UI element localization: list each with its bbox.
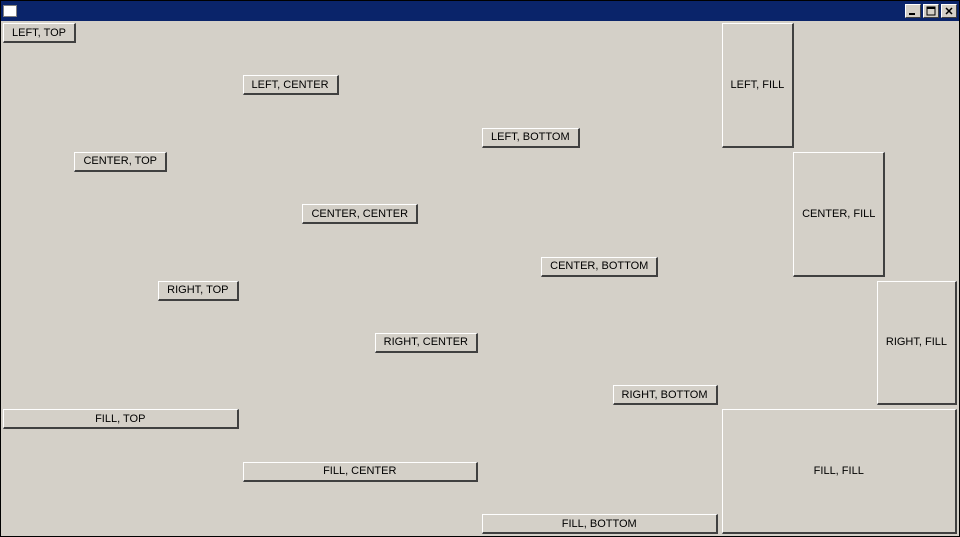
button-left-center[interactable]: LEFT, CENTER (243, 75, 339, 95)
app-icon (3, 5, 17, 17)
button-fill-center[interactable]: FILL, CENTER (243, 462, 479, 482)
button-fill-fill[interactable]: FILL, FILL (722, 409, 958, 534)
layout-grid: LEFT, TOP LEFT, CENTER LEFT, BOTTOM LEFT… (1, 21, 959, 536)
cell-right-bottom: RIGHT, BOTTOM (480, 279, 720, 408)
button-center-fill[interactable]: CENTER, FILL (793, 152, 885, 277)
titlebar-left (3, 5, 21, 17)
window-controls (903, 4, 957, 18)
client-area: LEFT, TOP LEFT, CENTER LEFT, BOTTOM LEFT… (1, 21, 959, 536)
cell-center-fill: CENTER, FILL (720, 150, 960, 279)
cell-left-top: LEFT, TOP (1, 21, 241, 150)
button-right-fill[interactable]: RIGHT, FILL (877, 281, 957, 406)
maximize-icon (926, 6, 936, 16)
close-icon (944, 6, 954, 16)
button-left-bottom[interactable]: LEFT, BOTTOM (482, 128, 580, 148)
cell-right-center: RIGHT, CENTER (241, 279, 481, 408)
maximize-button[interactable] (923, 4, 939, 18)
button-right-center[interactable]: RIGHT, CENTER (375, 333, 478, 353)
cell-fill-bottom: FILL, BOTTOM (480, 407, 720, 536)
cell-left-fill: LEFT, FILL (720, 21, 960, 150)
cell-center-center: CENTER, CENTER (241, 150, 481, 279)
minimize-icon (908, 6, 918, 16)
button-left-fill[interactable]: LEFT, FILL (722, 23, 795, 148)
button-fill-bottom[interactable]: FILL, BOTTOM (482, 514, 718, 534)
button-center-bottom[interactable]: CENTER, BOTTOM (541, 257, 658, 277)
cell-fill-center: FILL, CENTER (241, 407, 481, 536)
app-window: LEFT, TOP LEFT, CENTER LEFT, BOTTOM LEFT… (0, 0, 960, 537)
cell-fill-fill: FILL, FILL (720, 407, 960, 536)
button-right-top[interactable]: RIGHT, TOP (158, 281, 238, 301)
cell-center-bottom: CENTER, BOTTOM (480, 150, 720, 279)
button-center-top[interactable]: CENTER, TOP (74, 152, 167, 172)
cell-fill-top: FILL, TOP (1, 407, 241, 536)
titlebar (1, 1, 959, 21)
button-right-bottom[interactable]: RIGHT, BOTTOM (613, 385, 718, 405)
button-center-center[interactable]: CENTER, CENTER (302, 204, 418, 224)
cell-left-bottom: LEFT, BOTTOM (480, 21, 720, 150)
minimize-button[interactable] (905, 4, 921, 18)
cell-right-top: RIGHT, TOP (1, 279, 241, 408)
close-button[interactable] (941, 4, 957, 18)
button-left-top[interactable]: LEFT, TOP (3, 23, 76, 43)
cell-right-fill: RIGHT, FILL (720, 279, 960, 408)
cell-left-center: LEFT, CENTER (241, 21, 481, 150)
button-fill-top[interactable]: FILL, TOP (3, 409, 239, 429)
cell-center-top: CENTER, TOP (1, 150, 241, 279)
